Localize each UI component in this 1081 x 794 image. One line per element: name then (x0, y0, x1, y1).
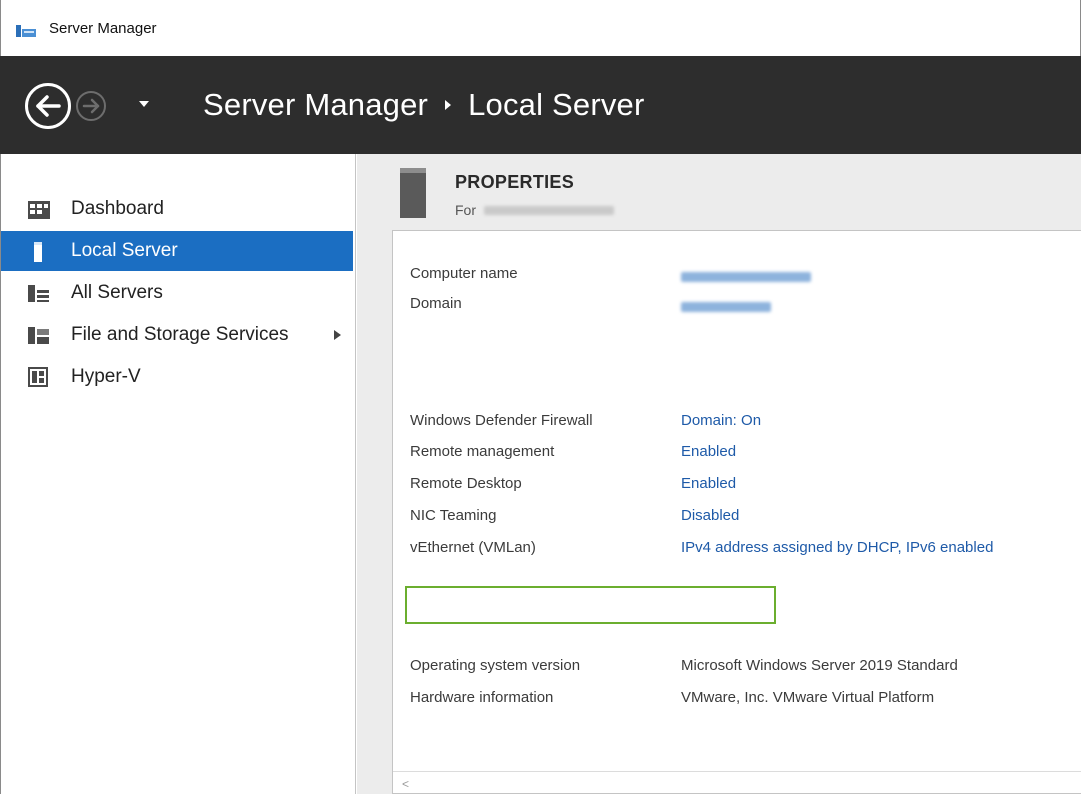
remote-management-highlight (405, 586, 776, 624)
remote-desktop-value-link[interactable]: Enabled (681, 475, 736, 492)
sidebar-item-all-servers[interactable]: All Servers (1, 273, 353, 313)
property-row: Remote management Enabled (410, 439, 1081, 465)
property-label: Computer name (410, 265, 518, 282)
property-label: NIC Teaming (410, 507, 497, 524)
property-label: Windows Defender Firewall (410, 412, 593, 429)
property-row: Domain (410, 291, 1081, 317)
sidebar-item-label: Local Server (71, 240, 178, 261)
arrow-left-icon (36, 95, 61, 117)
arrow-right-icon (82, 98, 100, 114)
property-row: Remote Desktop Enabled (410, 471, 1081, 497)
hyperv-icon (28, 367, 48, 387)
breadcrumb-root[interactable]: Server Manager (203, 87, 428, 123)
os-version-value: Microsoft Windows Server 2019 Standard (681, 657, 958, 674)
remote-management-value-link[interactable]: Enabled (681, 443, 736, 460)
window-title: Server Manager (49, 20, 157, 37)
property-row: Hardware information VMware, Inc. VMware… (410, 685, 1081, 711)
properties-panel: Computer name Domain Windows Defender Fi… (392, 230, 1081, 794)
property-label: Remote Desktop (410, 475, 522, 492)
property-row: Windows Defender Firewall Domain: On (410, 408, 1081, 434)
property-row: Operating system version Microsoft Windo… (410, 653, 1081, 679)
property-label: Operating system version (410, 657, 581, 674)
sidebar-item-label: Dashboard (71, 198, 164, 219)
sidebar: Dashboard Local Server All Servers File … (0, 154, 356, 794)
storage-icon (28, 327, 49, 344)
history-dropdown-icon[interactable] (139, 101, 149, 107)
property-label: Remote management (410, 443, 555, 460)
server-manager-app-icon (16, 25, 36, 37)
properties-title: PROPERTIES (455, 172, 575, 192)
scroll-left-icon[interactable]: < (402, 777, 409, 791)
back-button[interactable] (25, 83, 71, 129)
sidebar-item-label: File and Storage Services (71, 324, 289, 345)
property-label: Hardware information (410, 689, 554, 706)
forward-button[interactable] (76, 91, 106, 121)
server-icon (34, 242, 42, 262)
sidebar-item-label: Hyper-V (71, 366, 141, 387)
property-label: Domain (410, 295, 462, 312)
expand-arrow-icon[interactable] (334, 330, 341, 340)
sidebar-item-local-server[interactable]: Local Server (1, 231, 353, 271)
property-row: vEthernet (VMLan) IPv4 address assigned … (410, 535, 1081, 561)
dashboard-icon (28, 201, 50, 219)
main-content: PROPERTIES For Computer name Domain Wind… (357, 154, 1081, 794)
computer-name-value[interactable] (681, 269, 811, 286)
breadcrumb-current: Local Server (468, 87, 645, 122)
property-row: NIC Teaming Disabled (410, 503, 1081, 529)
property-label: vEthernet (VMLan) (410, 539, 536, 556)
firewall-value-link[interactable]: Domain: On (681, 412, 761, 429)
properties-for-label: For (455, 202, 476, 218)
breadcrumb: Server Manager Local Server (203, 83, 645, 127)
properties-subtitle: For (455, 202, 614, 218)
domain-value[interactable] (681, 299, 771, 316)
sidebar-item-label: All Servers (71, 282, 163, 303)
hardware-info-value: VMware, Inc. VMware Virtual Platform (681, 689, 935, 706)
property-row: Computer name (410, 261, 1081, 287)
server-tower-icon (400, 168, 426, 218)
sidebar-item-hyper-v[interactable]: Hyper-V (1, 357, 353, 397)
vethernet-value-link[interactable]: IPv4 address assigned by DHCP, IPv6 enab… (681, 539, 993, 556)
sidebar-item-dashboard[interactable]: Dashboard (1, 189, 353, 229)
redacted-server-name (484, 205, 614, 215)
nic-teaming-value-link[interactable]: Disabled (681, 507, 739, 524)
all-servers-icon (28, 285, 49, 302)
breadcrumb-separator-icon (445, 100, 452, 110)
title-bar: Server Manager (0, 0, 1081, 56)
horizontal-scrollbar[interactable]: < (393, 771, 1081, 793)
sidebar-item-file-and-storage[interactable]: File and Storage Services (1, 315, 353, 355)
